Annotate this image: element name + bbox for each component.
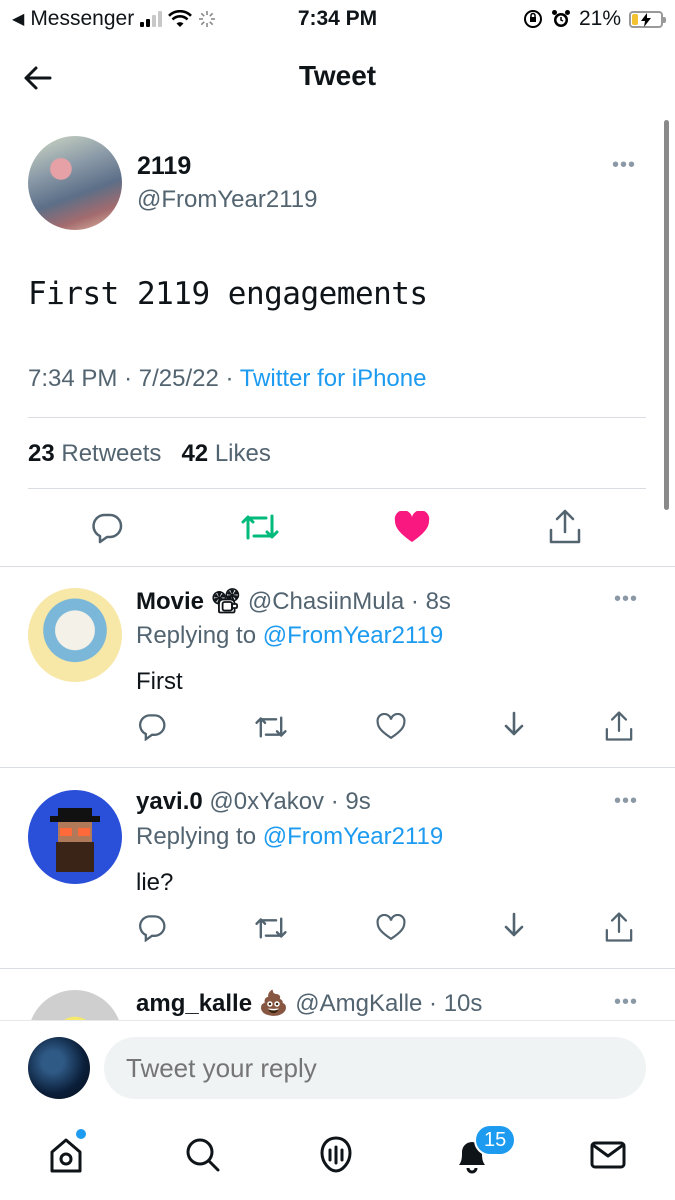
spaces-icon: [320, 1136, 352, 1173]
tab-messages[interactable]: [586, 1133, 630, 1177]
divider: [28, 488, 646, 489]
tweet-text: First 2119 engagements: [28, 276, 428, 312]
download-icon[interactable]: [500, 710, 528, 742]
alarm-icon: [551, 10, 570, 27]
replying-to: Replying to @FromYear2119: [136, 823, 444, 850]
reply-input[interactable]: [104, 1037, 646, 1099]
search-icon: [186, 1138, 220, 1172]
share-icon[interactable]: [548, 508, 582, 546]
reply-avatar[interactable]: [28, 588, 122, 682]
retweet-icon[interactable]: [254, 712, 288, 742]
header: Tweet: [0, 48, 675, 108]
reply-author[interactable]: amg_kalle 💩 @AmgKalle · 10s: [136, 989, 482, 1018]
tweet-time: 7:34 PM: [28, 365, 118, 392]
tweet-source-link[interactable]: Twitter for iPhone: [240, 365, 427, 392]
more-options-icon[interactable]: •••: [614, 588, 638, 611]
tweet-meta: 7:34 PM · 7/25/22 · Twitter for iPhone: [28, 365, 427, 392]
retweets-stat[interactable]: 23 Retweets: [28, 440, 161, 467]
battery-icon: [629, 10, 666, 28]
orientation-lock-icon: [523, 10, 542, 28]
tab-spaces[interactable]: [314, 1133, 358, 1177]
user-avatar[interactable]: [28, 1037, 90, 1099]
page-title: Tweet: [298, 60, 377, 91]
tab-search[interactable]: [180, 1133, 224, 1177]
replying-to-link[interactable]: @FromYear2119: [263, 823, 443, 850]
reply-author[interactable]: yavi.0 @0xYakov · 9s: [136, 788, 371, 816]
more-options-icon[interactable]: •••: [612, 154, 636, 177]
like-filled-icon[interactable]: [394, 511, 430, 543]
like-icon[interactable]: [376, 713, 406, 741]
tab-home[interactable]: [44, 1133, 88, 1177]
divider: [0, 968, 675, 969]
scrollbar[interactable]: [664, 120, 669, 510]
reply-icon[interactable]: [90, 510, 124, 544]
reply-author[interactable]: Movie 📽 @ChasiinMula · 8s: [136, 587, 451, 616]
author-avatar[interactable]: [28, 136, 122, 230]
download-icon[interactable]: [500, 911, 528, 943]
like-icon[interactable]: [376, 914, 406, 942]
divider: [0, 767, 675, 768]
tweet-date: 7/25/22: [138, 365, 219, 392]
author-handle[interactable]: @FromYear2119: [137, 186, 317, 214]
tweet-stats: 23 Retweets 42 Likes: [28, 440, 271, 468]
author-name[interactable]: 2119: [137, 152, 191, 181]
more-options-icon[interactable]: •••: [614, 790, 638, 813]
messages-icon: [590, 1141, 626, 1169]
retweet-icon[interactable]: [254, 913, 288, 943]
notifications-badge: 15: [474, 1124, 517, 1156]
retweet-icon[interactable]: [240, 510, 280, 544]
share-icon[interactable]: [604, 911, 634, 944]
status-bar: ◀ Messenger 7:34 PM 21%: [0, 0, 675, 40]
replying-to-link[interactable]: @FromYear2119: [263, 622, 443, 649]
replying-to: Replying to @FromYear2119: [136, 622, 444, 649]
home-icon: [50, 1138, 82, 1173]
share-icon[interactable]: [604, 710, 634, 743]
reply-text: lie?: [136, 869, 174, 896]
reply-avatar[interactable]: [28, 790, 122, 884]
more-options-icon[interactable]: •••: [614, 991, 638, 1014]
reply-compose-bar: [0, 1020, 675, 1115]
reply-icon[interactable]: [137, 711, 167, 741]
likes-stat[interactable]: 42 Likes: [181, 440, 270, 467]
battery-percent: 21%: [578, 7, 621, 30]
reply-text: First: [136, 668, 183, 695]
home-unread-dot: [76, 1129, 86, 1139]
divider: [0, 566, 675, 567]
tab-bar: [0, 1115, 675, 1200]
reply-icon[interactable]: [137, 912, 167, 942]
divider: [28, 417, 646, 418]
